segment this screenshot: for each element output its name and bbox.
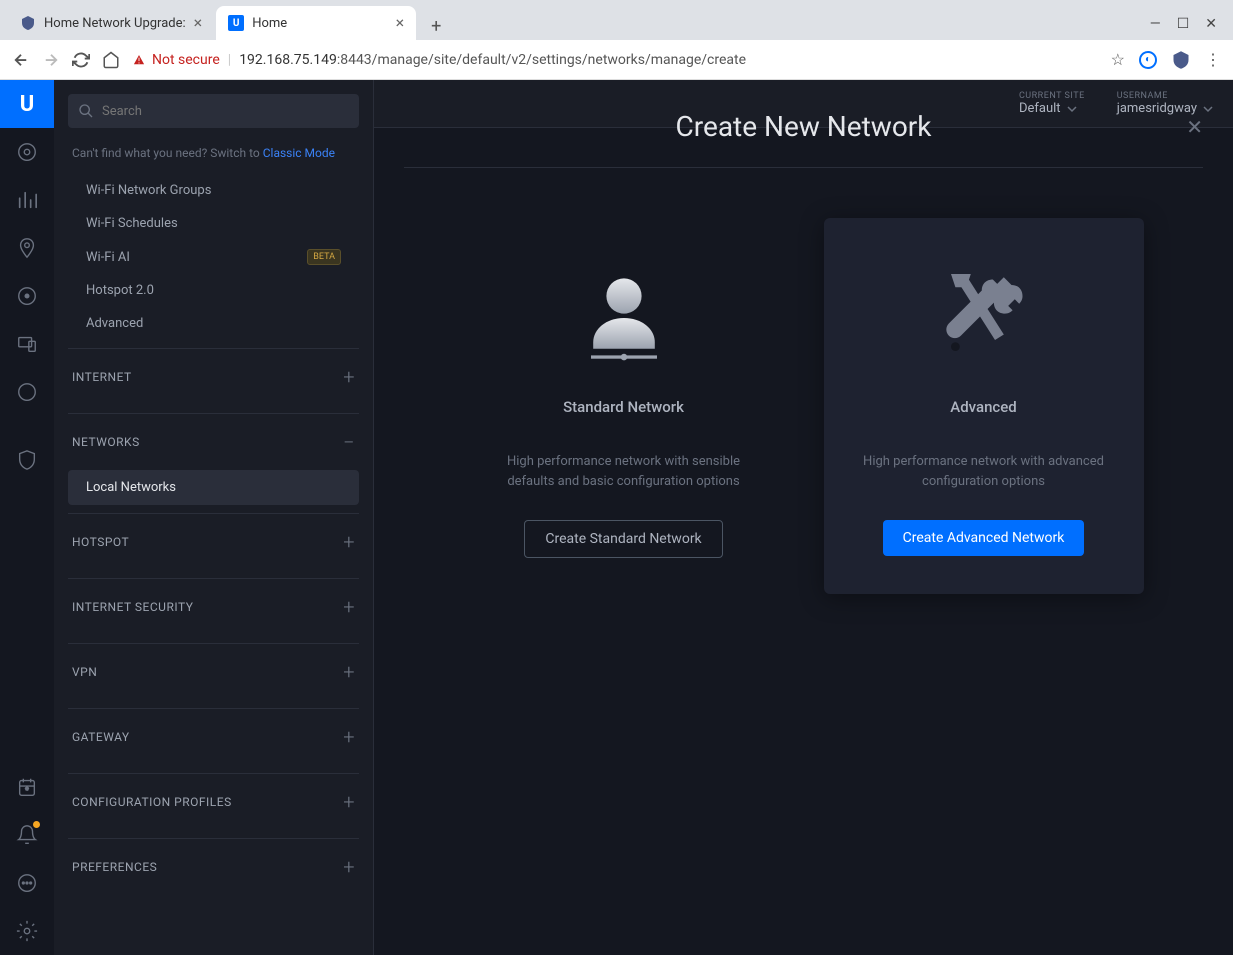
- sidebar-item-hotspot2[interactable]: Hotspot 2.0: [68, 274, 359, 307]
- expand-icon: +: [343, 365, 355, 389]
- create-standard-network-button[interactable]: Create Standard Network: [524, 520, 722, 558]
- rail-clients-icon[interactable]: [0, 320, 54, 368]
- warning-icon: [132, 53, 146, 67]
- close-tab-icon[interactable]: ×: [396, 15, 405, 31]
- maximize-icon[interactable]: ☐: [1177, 16, 1190, 32]
- expand-icon: +: [343, 595, 355, 619]
- browser-tab[interactable]: Home Network Upgrade: ×: [8, 6, 214, 40]
- expand-icon: +: [343, 725, 355, 749]
- card-description: High performance network with sensible d…: [488, 452, 760, 492]
- create-advanced-network-button[interactable]: Create Advanced Network: [883, 520, 1085, 556]
- svg-text:*: *: [25, 786, 29, 795]
- back-button[interactable]: [12, 51, 30, 69]
- nav-rail: U *: [0, 80, 54, 955]
- sidebar-item-wifi-schedules[interactable]: Wi-Fi Schedules: [68, 207, 359, 240]
- address-bar[interactable]: Not secure | 192.168.75.149:8443/manage/…: [132, 52, 1099, 68]
- minimize-icon[interactable]: —: [1150, 16, 1161, 32]
- section-internet[interactable]: INTERNET+: [68, 349, 359, 405]
- rail-map-icon[interactable]: [0, 224, 54, 272]
- settings-sidebar: Can't find what you need? Switch to Clas…: [54, 80, 374, 955]
- close-panel-icon[interactable]: ✕: [1186, 115, 1203, 139]
- section-internet-security[interactable]: INTERNET SECURITY+: [68, 579, 359, 635]
- browser-toolbar: Not secure | 192.168.75.149:8443/manage/…: [0, 40, 1233, 80]
- section-gateway[interactable]: GATEWAY+: [68, 709, 359, 765]
- search-input[interactable]: [68, 94, 359, 128]
- search-field[interactable]: [102, 104, 349, 119]
- browser-menu-icon[interactable]: ⋮: [1205, 50, 1221, 69]
- sidebar-item-wifi-ai[interactable]: Wi-Fi AIBETA: [68, 240, 359, 274]
- expand-icon: +: [343, 790, 355, 814]
- page-title: Create New Network: [676, 110, 932, 143]
- classic-mode-link[interactable]: Classic Mode: [263, 146, 335, 160]
- classic-mode-hint: Can't find what you need? Switch to Clas…: [72, 146, 355, 160]
- section-config-profiles[interactable]: CONFIGURATION PROFILES+: [68, 774, 359, 830]
- close-tab-icon[interactable]: ×: [194, 15, 203, 31]
- rail-statistics-icon[interactable]: [0, 176, 54, 224]
- section-vpn[interactable]: VPN+: [68, 644, 359, 700]
- rail-insights-icon[interactable]: [0, 368, 54, 416]
- window-controls: — ☐ ✕: [1150, 16, 1225, 40]
- rail-settings-icon[interactable]: [0, 907, 54, 955]
- rail-devices-icon[interactable]: [0, 272, 54, 320]
- sidebar-item-wifi-groups[interactable]: Wi-Fi Network Groups: [68, 174, 359, 207]
- browser-tab-strip: Home Network Upgrade: × U Home × + — ☐ ✕: [0, 0, 1233, 40]
- favicon-icon: U: [228, 15, 244, 31]
- card-title: Standard Network: [488, 398, 760, 416]
- tools-icon: [848, 258, 1120, 378]
- sidebar-item-advanced[interactable]: Advanced: [68, 307, 359, 340]
- favicon-icon: [20, 15, 36, 31]
- unifi-logo-icon[interactable]: U: [0, 80, 54, 128]
- section-networks[interactable]: NETWORKS−: [68, 414, 359, 470]
- tab-title: Home Network Upgrade:: [44, 16, 186, 31]
- url-text: 192.168.75.149:8443/manage/site/default/…: [239, 52, 746, 68]
- rail-events-icon[interactable]: *: [0, 763, 54, 811]
- extension-icon[interactable]: ◐: [1139, 51, 1157, 69]
- section-hotspot[interactable]: HOTSPOT+: [68, 514, 359, 570]
- forward-button[interactable]: [42, 51, 60, 69]
- home-button[interactable]: [102, 51, 120, 69]
- bookmark-star-icon[interactable]: ☆: [1111, 50, 1125, 69]
- new-tab-button[interactable]: +: [422, 12, 450, 40]
- reload-button[interactable]: [72, 51, 90, 69]
- beta-badge: BETA: [307, 249, 341, 265]
- expand-icon: +: [343, 530, 355, 554]
- rail-security-icon[interactable]: [0, 436, 54, 484]
- collapse-icon: −: [343, 430, 355, 454]
- expand-icon: +: [343, 660, 355, 684]
- section-preferences[interactable]: PREFERENCES+: [68, 839, 359, 895]
- notification-dot-icon: [33, 821, 40, 828]
- search-icon: [78, 103, 94, 119]
- rail-dashboard-icon[interactable]: [0, 128, 54, 176]
- card-description: High performance network with advanced c…: [848, 452, 1120, 492]
- extension-shield-icon[interactable]: [1171, 50, 1191, 70]
- security-indicator[interactable]: Not secure: [132, 52, 220, 68]
- chevron-down-icon: [1203, 104, 1213, 114]
- standard-network-card: Standard Network High performance networ…: [464, 218, 784, 594]
- browser-tab-active[interactable]: U Home ×: [216, 6, 416, 40]
- expand-icon: +: [343, 855, 355, 879]
- advanced-network-card: Advanced High performance network with a…: [824, 218, 1144, 594]
- tab-title: Home: [252, 16, 387, 31]
- close-window-icon[interactable]: ✕: [1205, 16, 1217, 32]
- user-network-icon: [488, 258, 760, 378]
- card-title: Advanced: [848, 398, 1120, 416]
- main-content: Create New Network ✕ Standard Network Hi…: [374, 80, 1233, 955]
- rail-alerts-icon[interactable]: [0, 811, 54, 859]
- rail-chat-icon[interactable]: [0, 859, 54, 907]
- sidebar-item-local-networks[interactable]: Local Networks: [68, 470, 359, 505]
